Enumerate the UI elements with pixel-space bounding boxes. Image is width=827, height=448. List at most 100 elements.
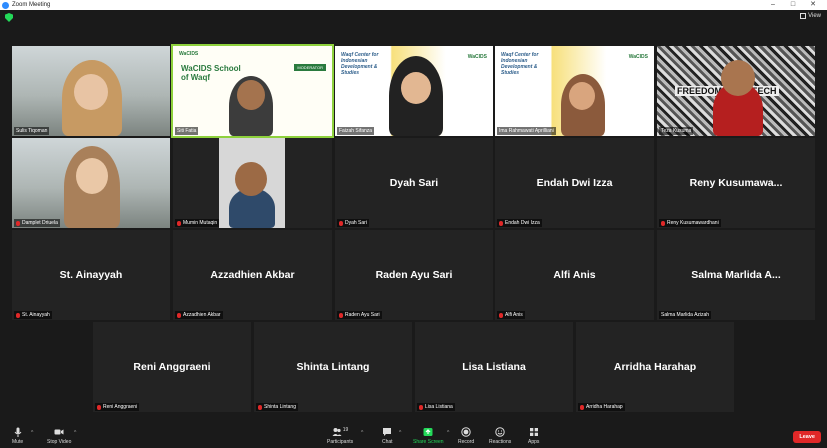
reactions-button[interactable]: Reactions (489, 427, 511, 445)
participant-face (569, 82, 595, 110)
participant-label: Dyah Sari (337, 219, 369, 227)
slide-subtitle: Waqf Center for Indonesian Development &… (341, 52, 379, 76)
muted-mic-icon (16, 312, 20, 318)
meeting-toolbar: Mute ^ Stop Video ^ 19 Participants ^ Ch… (0, 424, 827, 448)
participant-name: Lisa Listiana (462, 361, 526, 373)
slide-title: WaCIDS School of Waqf (181, 64, 241, 82)
muted-mic-icon (258, 404, 262, 410)
participant-label: Mumin Mutaqin (175, 219, 220, 227)
participant-face (721, 60, 755, 96)
share-options-chevron-icon[interactable]: ^ (447, 430, 449, 436)
name-tile[interactable]: Reny Kusumawa... Reny Kusumawardhani (657, 138, 815, 228)
mute-button[interactable]: Mute (12, 427, 23, 445)
participant-label: Salma Marlida Azizah (659, 311, 712, 319)
share-screen-icon (423, 428, 433, 436)
participant-face (76, 158, 108, 194)
participant-label: Raden Ayu Sari (337, 311, 382, 319)
name-tile[interactable]: Raden Ayu Sari Raden Ayu Sari (335, 230, 493, 320)
participant-name: Raden Ayu Sari (375, 269, 453, 281)
video-tile[interactable]: Waqf Center for Indonesian Development &… (335, 46, 493, 136)
muted-mic-icon (177, 220, 181, 226)
muted-mic-icon (97, 404, 101, 410)
video-tile[interactable]: Damplet Driuela (12, 138, 170, 228)
participant-label: Ima Rahmawati Aprilliani (497, 127, 556, 135)
moderator-tag: MODERATOR (294, 64, 326, 71)
name-tile[interactable]: Reni Anggraeni Reni Anggraeni (93, 322, 251, 412)
share-screen-button[interactable]: Share Screen (413, 427, 444, 445)
video-tile[interactable]: Sulis Tiqoman (12, 46, 170, 136)
muted-mic-icon (339, 312, 343, 318)
view-label: View (808, 13, 821, 19)
window-title: Zoom Meeting (12, 2, 51, 8)
participant-label: Faizah Sifanza (337, 127, 375, 135)
name-tile[interactable]: Salma Marlida A... Salma Marlida Azizah (657, 230, 815, 320)
participant-name: St. Ainayyah (59, 269, 123, 281)
record-label: Record (458, 439, 475, 445)
view-button[interactable]: View (800, 13, 821, 19)
apps-icon (529, 428, 538, 436)
meeting-topbar: View (0, 10, 827, 26)
muted-mic-icon (339, 220, 343, 226)
participant-label: Alfi Anis (497, 311, 525, 319)
video-tile-active-speaker[interactable]: WaCIDS WaCIDS School of Waqf MODERATOR S… (171, 44, 334, 138)
participant-count: 19 (342, 427, 349, 433)
participant-name: Dyah Sari (389, 177, 439, 189)
muted-mic-icon (580, 404, 584, 410)
participant-label: Arridha Harahap (578, 403, 625, 411)
name-tile[interactable]: Endah Dwi Izza Endah Dwi Izza (495, 138, 654, 228)
muted-mic-icon (177, 312, 181, 318)
participant-label: Azzadhien Akbar (175, 311, 223, 319)
participant-label: Teza Kusuma (659, 127, 694, 135)
grid-view-icon (800, 13, 807, 19)
participant-face (401, 72, 431, 104)
chat-button[interactable]: Chat (382, 427, 393, 445)
name-tile[interactable]: Arridha Harahap Arridha Harahap (576, 322, 734, 412)
video-tile[interactable]: FREEDOM OF SPEECH Teza Kusuma (657, 46, 815, 136)
video-options-chevron-icon[interactable]: ^ (74, 430, 76, 436)
apps-button[interactable]: Apps (528, 427, 539, 445)
participants-icon (332, 428, 342, 436)
video-tile[interactable]: Mumin Mutaqin (173, 138, 332, 228)
record-button[interactable]: Record (458, 427, 474, 445)
name-tile[interactable]: Shinta Lintang Shinta Lintang (254, 322, 412, 412)
name-tile[interactable]: Lisa Listiana Lisa Listiana (415, 322, 573, 412)
participant-face (235, 162, 267, 196)
record-icon (461, 427, 471, 437)
minimize-button[interactable]: – (766, 0, 780, 10)
smile-reaction-icon (495, 427, 505, 437)
participant-name: Reny Kusumawa... (689, 177, 783, 189)
participant-name: Salma Marlida A... (691, 269, 781, 281)
participant-label: Reny Kusumawardhani (659, 219, 721, 227)
participant-label: Endah Dwi Izza (497, 219, 542, 227)
muted-mic-icon (661, 220, 665, 226)
stop-video-button[interactable]: Stop Video (47, 427, 71, 445)
video-tile[interactable]: Waqf Center for Indonesian Development &… (495, 46, 654, 136)
participants-button[interactable]: 19 Participants (327, 427, 353, 445)
participant-face (237, 80, 265, 110)
audio-options-chevron-icon[interactable]: ^ (31, 430, 33, 436)
participant-face (74, 74, 108, 110)
reactions-label: Reactions (489, 439, 512, 445)
participant-label: Reni Anggraeni (95, 403, 140, 411)
participants-options-chevron-icon[interactable]: ^ (361, 430, 363, 436)
name-tile[interactable]: Azzadhien Akbar Azzadhien Akbar (173, 230, 332, 320)
security-shield-icon[interactable] (5, 13, 13, 22)
name-tile[interactable]: St. Ainayyah St. Ainayyah (12, 230, 170, 320)
muted-mic-icon (499, 312, 503, 318)
mute-label: Mute (12, 439, 24, 445)
participant-label: Siti Fatia (175, 127, 199, 135)
slide-logo: WaCIDS (467, 54, 487, 60)
participant-name: Alfi Anis (553, 269, 596, 281)
name-tile[interactable]: Dyah Sari Dyah Sari (335, 138, 493, 228)
leave-button[interactable]: Leave (793, 431, 821, 443)
participant-label: Shinta Lintang (256, 403, 298, 411)
name-tile[interactable]: Alfi Anis Alfi Anis (495, 230, 654, 320)
muted-mic-icon (499, 220, 503, 226)
chat-options-chevron-icon[interactable]: ^ (399, 430, 401, 436)
close-button[interactable]: ✕ (806, 0, 820, 10)
muted-mic-icon (16, 220, 20, 226)
maximize-button[interactable]: □ (786, 0, 800, 10)
participant-label: Lisa Listiana (417, 403, 455, 411)
participant-name: Shinta Lintang (296, 361, 370, 373)
participant-label: Damplet Driuela (14, 219, 60, 227)
